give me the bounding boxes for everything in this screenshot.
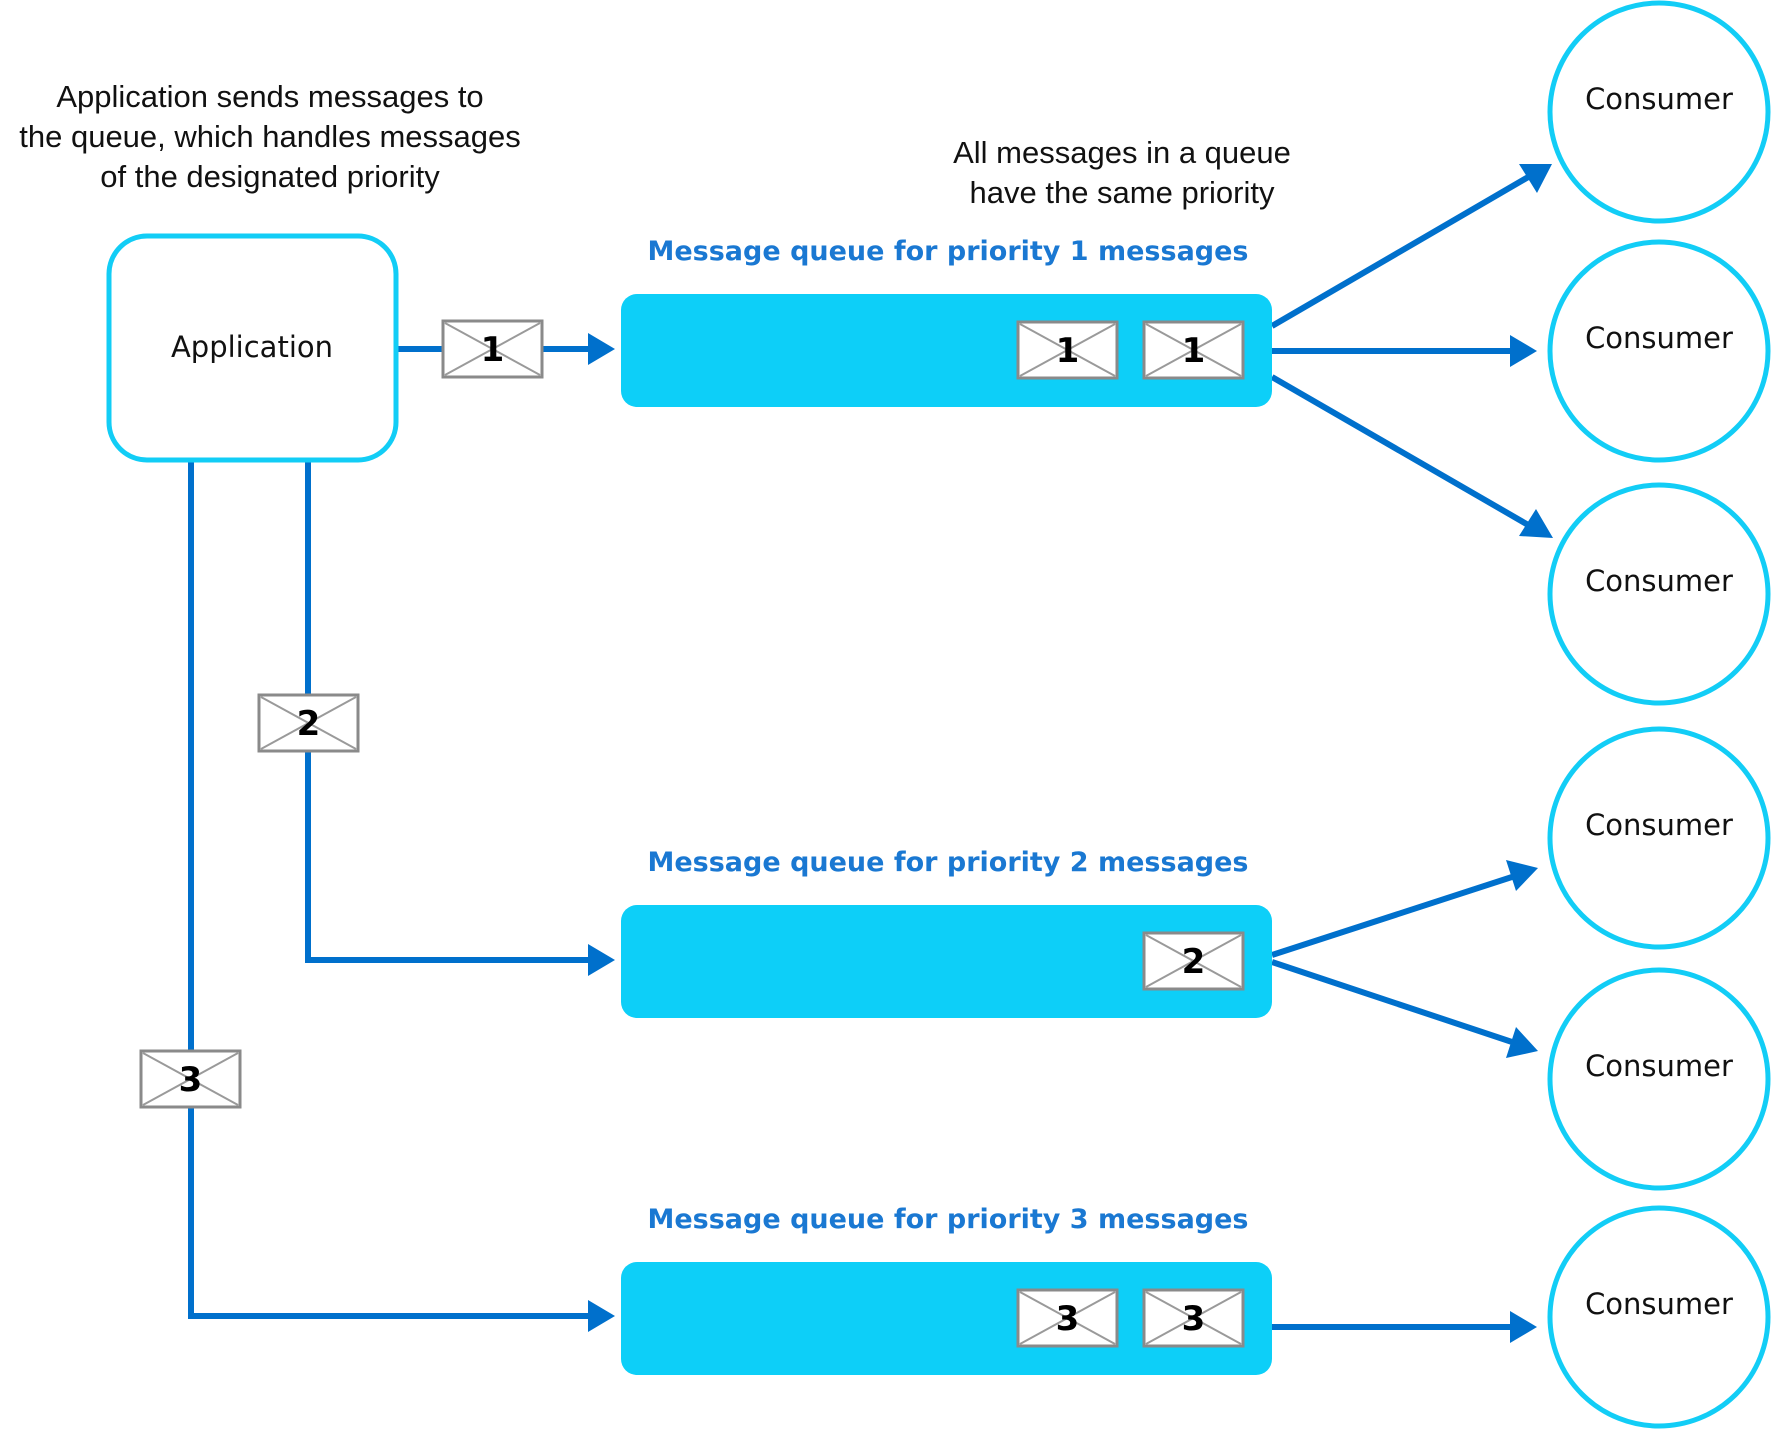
application-note: Application sends messages to the queue,… bbox=[19, 79, 521, 194]
consumer-node-1[interactable]: Consumer bbox=[1547, 0, 1771, 224]
consumer-label: Consumer bbox=[1585, 1049, 1733, 1083]
arrowhead-consumer-6 bbox=[1510, 1311, 1537, 1343]
consumer-label: Consumer bbox=[1585, 564, 1733, 598]
arrowhead-queue-2 bbox=[588, 944, 615, 976]
queued-message-q1-2: 1 bbox=[1142, 320, 1245, 380]
queue-1-label: Message queue for priority 1 messages bbox=[647, 236, 1248, 267]
consumer-node-2[interactable]: Consumer bbox=[1547, 239, 1771, 463]
in-transit-message-1: 1 bbox=[441, 319, 544, 379]
consumer-node-4[interactable]: Consumer bbox=[1547, 726, 1771, 950]
queue-to-consumer-connectors bbox=[1270, 164, 1553, 1343]
connector-queue-2-consumer-5 bbox=[1271, 959, 1516, 1046]
in-transit-message-3: 3 bbox=[139, 1049, 242, 1109]
envelope-priority-number: 2 bbox=[1182, 942, 1206, 982]
consumer-node-3[interactable]: Consumer bbox=[1547, 482, 1771, 706]
queued-message-q3-1: 3 bbox=[1016, 1288, 1119, 1348]
queue-note: All messages in a queue have the same pr… bbox=[953, 135, 1291, 210]
envelope-priority-number: 3 bbox=[179, 1060, 203, 1100]
envelope-priority-number: 1 bbox=[481, 330, 505, 370]
arrowhead-queue-3 bbox=[588, 1300, 615, 1332]
queued-message-q1-1: 1 bbox=[1016, 320, 1119, 380]
connector-app-queue-3 bbox=[188, 460, 595, 1319]
envelope-priority-number: 1 bbox=[1056, 331, 1080, 371]
queue-3-label: Message queue for priority 3 messages bbox=[647, 1204, 1248, 1235]
application-node[interactable]: Application bbox=[106, 233, 399, 463]
connector-queue-2-consumer-4 bbox=[1271, 873, 1516, 958]
consumer-label: Consumer bbox=[1585, 82, 1733, 116]
consumer-node-5[interactable]: Consumer bbox=[1547, 967, 1771, 1191]
app-to-queue-connectors bbox=[188, 333, 615, 1332]
consumer-node-6[interactable]: Consumer bbox=[1547, 1205, 1771, 1429]
arrowhead-queue-1 bbox=[588, 333, 615, 365]
priority-queue-diagram: Application sends messages to the queue,… bbox=[19, 0, 1771, 1429]
consumer-label: Consumer bbox=[1585, 321, 1733, 355]
consumers: Consumer Consumer Consumer Consumer Consumer… bbox=[1547, 0, 1771, 1429]
queue-2-label: Message queue for priority 2 messages bbox=[647, 847, 1248, 878]
consumer-label: Consumer bbox=[1585, 808, 1733, 842]
application-note-line-2: the queue, which handles messages bbox=[19, 119, 521, 154]
application-note-line-1: Application sends messages to bbox=[56, 79, 483, 114]
arrowhead-consumer-2 bbox=[1510, 335, 1537, 367]
envelope-priority-number: 3 bbox=[1182, 1299, 1206, 1339]
application-note-line-3: of the designated priority bbox=[100, 159, 440, 194]
in-transit-message-2: 2 bbox=[257, 693, 360, 753]
envelope-priority-number: 1 bbox=[1182, 331, 1206, 371]
consumer-label: Consumer bbox=[1585, 1287, 1733, 1321]
envelope-priority-number: 3 bbox=[1056, 1299, 1080, 1339]
queued-message-q3-2: 3 bbox=[1142, 1288, 1245, 1348]
connector-queue-1-consumer-1 bbox=[1270, 173, 1532, 329]
application-label: Application bbox=[171, 330, 333, 364]
connector-queue-1-consumer-3 bbox=[1270, 374, 1532, 529]
queue-note-line-1: All messages in a queue bbox=[953, 135, 1291, 170]
queue-note-line-2: have the same priority bbox=[970, 175, 1275, 210]
queued-message-q2-1: 2 bbox=[1142, 931, 1245, 991]
envelope-priority-number: 2 bbox=[297, 704, 321, 744]
